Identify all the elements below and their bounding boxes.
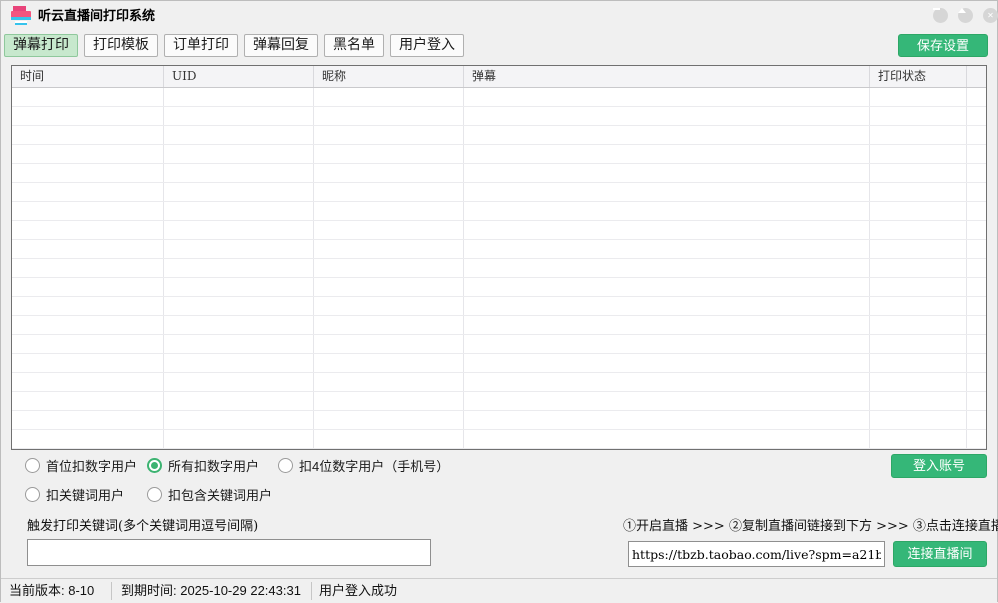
connect-instructions: ①开启直播 >>> ②复制直播间链接到下方 >>> ③点击连接直播间: [623, 515, 998, 534]
table-row: [12, 202, 986, 221]
radio-icon: [147, 458, 162, 473]
col-header-time[interactable]: 时间: [12, 66, 164, 87]
save-settings-button[interactable]: 保存设置: [898, 34, 988, 57]
status-bar: 当前版本: 8-10 到期时间: 2025-10-29 22:43:31 用户登…: [1, 578, 997, 603]
table-row: [12, 240, 986, 259]
radio-icon: [147, 487, 162, 502]
tab-user-login[interactable]: 用户登入: [390, 34, 464, 57]
radio-icon: [278, 458, 293, 473]
tab-order-print[interactable]: 订单打印: [164, 34, 238, 57]
status-divider: [111, 582, 112, 600]
table-row: [12, 278, 986, 297]
table-header: 时间 UID 昵称 弹幕 打印状态: [12, 66, 986, 88]
close-icon[interactable]: ✕: [983, 8, 998, 23]
radio-keyword-user[interactable]: 扣关键词用户: [25, 485, 147, 504]
radio-label: 所有扣数字用户: [168, 456, 259, 475]
status-divider: [311, 582, 312, 600]
radio-all-digit-user[interactable]: 所有扣数字用户: [147, 456, 278, 475]
maximize-icon[interactable]: [958, 8, 973, 23]
title-bar: 听云直播间打印系统 ✕: [1, 1, 997, 31]
col-header-uid[interactable]: UID: [164, 66, 314, 87]
table-row: [12, 145, 986, 164]
table-row: [12, 221, 986, 240]
col-header-danmu[interactable]: 弹幕: [464, 66, 870, 87]
table-row: [12, 373, 986, 392]
table-row: [12, 392, 986, 411]
login-account-button[interactable]: 登入账号: [891, 454, 987, 478]
table-row: [12, 297, 986, 316]
radio-label: 首位扣数字用户: [46, 456, 137, 475]
connect-live-room-button[interactable]: 连接直播间: [893, 541, 987, 567]
table-row: [12, 259, 986, 278]
tab-danmu-reply[interactable]: 弹幕回复: [244, 34, 318, 57]
login-status-text: 用户登入成功: [319, 579, 397, 603]
filter-row-1: 首位扣数字用户 所有扣数字用户 扣4位数字用户（手机号）: [25, 456, 449, 475]
radio-first-digit-user[interactable]: 首位扣数字用户: [25, 456, 147, 475]
tab-bar: 弹幕打印 打印模板 订单打印 弹幕回复 黑名单 用户登入: [4, 34, 464, 57]
radio-label: 扣包含关键词用户: [168, 485, 272, 504]
version-text: 当前版本: 8-10: [9, 579, 94, 603]
col-header-spacer: [967, 66, 986, 87]
tab-danmu-print[interactable]: 弹幕打印: [4, 34, 78, 57]
filter-row-2: 扣关键词用户 扣包含关键词用户: [25, 485, 272, 504]
table-row: [12, 183, 986, 202]
table-row: [12, 88, 986, 107]
table-row: [12, 354, 986, 373]
radio-icon: [25, 487, 40, 502]
radio-contains-keyword-user[interactable]: 扣包含关键词用户: [147, 485, 272, 504]
table-row: [12, 335, 986, 354]
col-header-print-status[interactable]: 打印状态: [870, 66, 967, 87]
table-row: [12, 107, 986, 126]
keyword-trigger-input[interactable]: [27, 539, 431, 566]
table-row: [12, 430, 986, 449]
col-header-nickname[interactable]: 昵称: [314, 66, 464, 87]
live-url-input[interactable]: [628, 541, 885, 567]
table-row: [12, 126, 986, 145]
expire-time-text: 到期时间: 2025-10-29 22:43:31: [121, 579, 301, 603]
tab-blacklist[interactable]: 黑名单: [324, 34, 384, 57]
table-body: [12, 88, 986, 449]
radio-icon: [25, 458, 40, 473]
danmu-table: 时间 UID 昵称 弹幕 打印状态: [11, 65, 987, 450]
window-title: 听云直播间打印系统: [38, 1, 155, 31]
radio-4digit-phone-user[interactable]: 扣4位数字用户（手机号）: [278, 456, 449, 475]
radio-label: 扣4位数字用户（手机号）: [299, 456, 449, 475]
table-row: [12, 164, 986, 183]
table-row: [12, 316, 986, 335]
minimize-icon[interactable]: [933, 8, 948, 23]
tab-print-template[interactable]: 打印模板: [84, 34, 158, 57]
printer-icon: [11, 6, 31, 25]
keyword-trigger-label: 触发打印关键词(多个关键词用逗号间隔): [27, 515, 258, 534]
table-row: [12, 411, 986, 430]
radio-label: 扣关键词用户: [46, 485, 124, 504]
